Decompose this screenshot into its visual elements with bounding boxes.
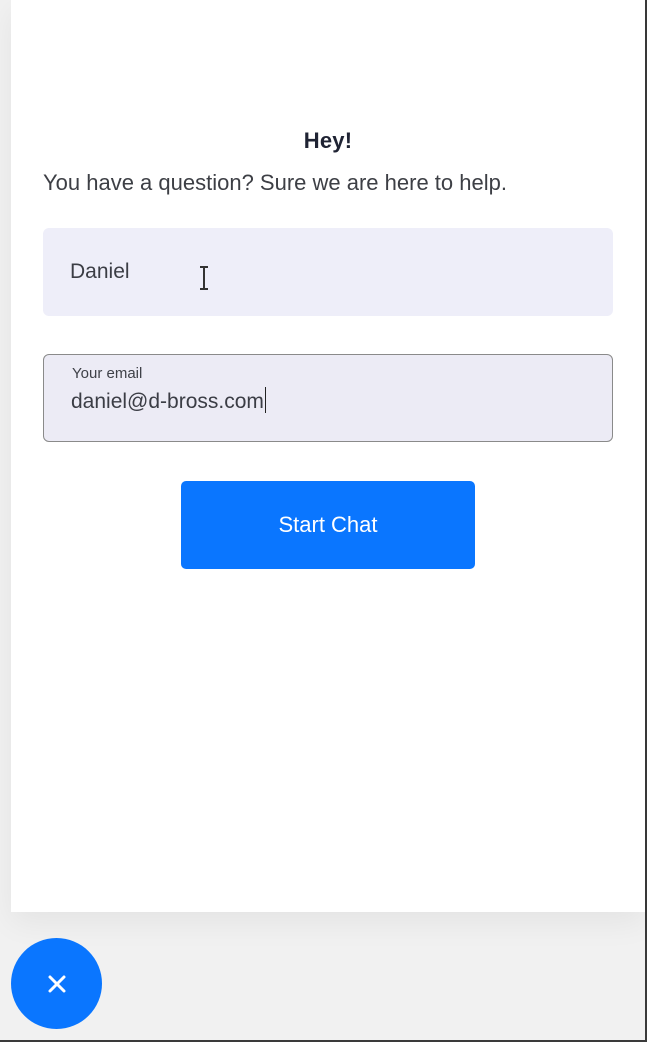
text-caret (264, 387, 267, 413)
email-field-value-wrapper[interactable]: daniel@d-bross.com (71, 387, 267, 414)
chat-widget-viewport: Hey! You have a question? Sure we are he… (0, 0, 647, 1042)
email-field-label: Your email (72, 365, 143, 382)
help-subtitle: You have a question? Sure we are here to… (43, 170, 507, 195)
email-field[interactable]: Your email daniel@d-bross.com (43, 354, 613, 442)
start-chat-button[interactable]: Start Chat (181, 481, 475, 569)
email-field-value[interactable]: daniel@d-bross.com (71, 390, 264, 413)
name-field-value[interactable]: Daniel (70, 260, 130, 284)
chat-launcher-button[interactable] (11, 938, 102, 1029)
i-beam-cursor-icon (200, 266, 208, 290)
chat-panel: Hey! You have a question? Sure we are he… (11, 0, 645, 912)
name-field[interactable]: Daniel (43, 228, 613, 316)
close-icon (48, 975, 65, 992)
greeting-title: Hey! (303, 128, 353, 153)
